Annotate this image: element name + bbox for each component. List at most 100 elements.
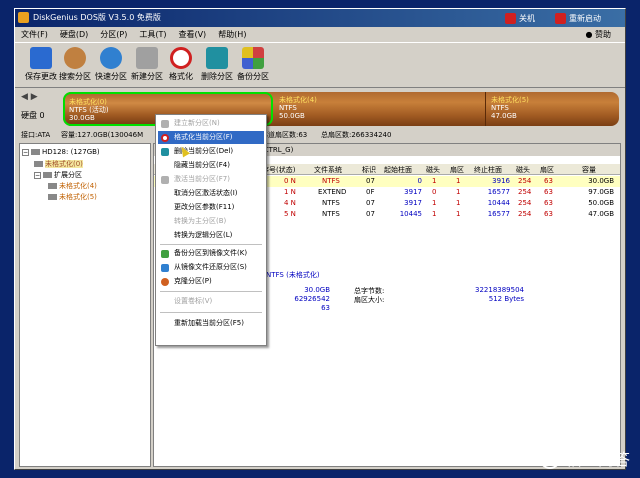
menu-backup-image[interactable]: 备份分区到镜像文件(K) xyxy=(158,247,264,260)
menu-deactivate-partition[interactable]: 取消分区激活状态(I) xyxy=(158,187,264,200)
menu-activate-partition[interactable]: 激活当前分区(F7) xyxy=(158,173,264,186)
menu-convert-logical[interactable]: 转换为逻辑分区(L) xyxy=(158,229,264,242)
cell-seq: 5 N xyxy=(284,210,296,218)
cell-fs: NTFS xyxy=(322,199,340,207)
cell-start-cyl: 0 xyxy=(417,177,422,185)
partition-5-size: 47.0GB xyxy=(491,112,517,120)
globe-icon xyxy=(100,47,122,69)
menu-hide-label: 隐藏当前分区(F4) xyxy=(174,161,230,169)
col-end-sector[interactable]: 扇区 xyxy=(540,165,554,175)
menu-reload-partition[interactable]: 重新加载当前分区(F5) xyxy=(158,317,264,330)
cell-capacity: 50.0GB xyxy=(588,199,614,207)
detail-start-sector: 63 xyxy=(321,304,330,312)
collapse-icon[interactable]: − xyxy=(22,148,29,156)
cell-start-cyl: 3917 xyxy=(404,188,422,196)
new-partition-icon xyxy=(136,47,158,69)
col-end-cyl[interactable]: 终止柱面 xyxy=(474,165,502,175)
donate-link[interactable]: ● 赞助 xyxy=(585,29,611,40)
menu-set-label[interactable]: 设置卷标(V) xyxy=(158,295,264,308)
col-seq[interactable]: 序号(状态) xyxy=(262,165,295,175)
menu-delete-partition[interactable]: 删除当前分区(Del) xyxy=(158,145,264,158)
cell-id: 07 xyxy=(366,210,375,218)
menu-convert-primary[interactable]: 转换为主分区(B) xyxy=(158,215,264,228)
cell-start-sector: 1 xyxy=(456,177,461,185)
shutdown-button[interactable]: 关机 xyxy=(505,11,535,25)
cell-end-sector: 63 xyxy=(544,199,553,207)
cell-start-cyl: 3917 xyxy=(404,199,422,207)
tree-p4-label: 未格式化(4) xyxy=(59,182,97,190)
menu-deactivate-label: 取消分区激活状态(I) xyxy=(174,189,238,197)
menu-backup-label: 备份分区到镜像文件(K) xyxy=(174,249,248,257)
cell-id: 0F xyxy=(366,188,375,196)
backup-partition-button[interactable]: 备份分区 xyxy=(231,45,275,85)
cell-start-sector: 1 xyxy=(456,210,461,218)
restore-icon xyxy=(161,264,169,272)
menu-separator xyxy=(160,244,262,245)
watermark-logo-icon xyxy=(538,447,561,469)
cell-fs: NTFS xyxy=(322,210,340,218)
col-fs[interactable]: 文件系统 xyxy=(314,165,342,175)
col-end-head[interactable]: 磁头 xyxy=(516,165,530,175)
menu-change-params[interactable]: 更改分区参数(F11) xyxy=(158,201,264,214)
menu-format-partition[interactable]: 格式化当前分区(F) xyxy=(158,131,264,144)
menu-tools[interactable]: 工具(T) xyxy=(133,27,172,41)
menu-restore-image[interactable]: 从镜像文件还原分区(S) xyxy=(158,261,264,274)
col-start-sector[interactable]: 扇区 xyxy=(450,165,464,175)
interface-text: 接口:ATA xyxy=(21,131,51,139)
tree-disk[interactable]: − HD128: (127GB) xyxy=(22,148,100,156)
menu-separator xyxy=(160,291,262,292)
menu-hide-partition[interactable]: 隐藏当前分区(F4) xyxy=(158,159,264,172)
partition-icon xyxy=(48,194,57,200)
shutdown-label: 关机 xyxy=(519,13,535,23)
tree-partition-5[interactable]: 未格式化(5) xyxy=(48,192,97,202)
partition-icon xyxy=(34,161,43,167)
col-capacity[interactable]: 容量 xyxy=(582,165,596,175)
menu-view[interactable]: 查看(V) xyxy=(172,27,212,41)
menu-help[interactable]: 帮助(H) xyxy=(212,27,252,41)
tree-ext-label: 扩展分区 xyxy=(54,171,82,179)
cell-end-cyl: 16577 xyxy=(487,188,510,196)
col-id[interactable]: 标识 xyxy=(362,165,376,175)
window-title: DiskGenius DOS版 V3.5.0 免费版 xyxy=(33,13,161,22)
col-start-cyl[interactable]: 起始柱面 xyxy=(384,165,412,175)
tree-partition-0[interactable]: 未格式化(0) xyxy=(34,159,83,169)
partition-5-name: 未格式化(5) xyxy=(491,96,529,104)
magnifier-icon xyxy=(64,47,86,69)
menu-create-partition[interactable]: 建立新分区(N) xyxy=(158,117,264,130)
menu-activate-label: 激活当前分区(F7) xyxy=(174,175,230,183)
menu-partition[interactable]: 分区(P) xyxy=(94,27,133,41)
menu-separator xyxy=(160,312,262,313)
menu-file[interactable]: 文件(F) xyxy=(15,27,54,41)
partition-4-size: 50.0GB xyxy=(279,112,305,120)
restart-button[interactable]: 重新启动 xyxy=(555,11,601,25)
cell-start-cyl: 10445 xyxy=(399,210,422,218)
total-bytes-value: 32218389504 xyxy=(475,286,524,294)
partition-4-name: 未格式化(4) xyxy=(279,96,317,104)
partition-block-5[interactable]: 未格式化(5) NTFS 47.0GB xyxy=(487,92,617,126)
menu-clone-partition[interactable]: 克隆分区(P) xyxy=(158,275,264,288)
partition-0-size: 30.0GB xyxy=(69,114,95,122)
cell-end-cyl: 16577 xyxy=(487,210,510,218)
cell-id: 07 xyxy=(366,199,375,207)
total-sectors-text: 总扇区数:266334240 xyxy=(321,131,392,139)
cell-start-head: 1 xyxy=(432,177,437,185)
menu-bar: 文件(F) 硬盘(D) 分区(P) 工具(T) 查看(V) 帮助(H) ● 赞助 xyxy=(15,27,625,41)
partition-0-fs: NTFS (活动) xyxy=(69,106,109,114)
menu-create-partition-label: 建立新分区(N) xyxy=(174,119,220,127)
restart-icon xyxy=(555,12,566,24)
disk-nav-arrows[interactable]: ◀ ▶ xyxy=(21,92,38,102)
cell-seq: 4 N xyxy=(284,199,296,207)
menu-restore-label: 从镜像文件还原分区(S) xyxy=(174,263,247,271)
col-start-head[interactable]: 磁头 xyxy=(426,165,440,175)
tree-partition-4[interactable]: 未格式化(4) xyxy=(48,181,97,191)
menu-convert-primary-label: 转换为主分区(B) xyxy=(174,217,227,225)
disk-tree: − HD128: (127GB) 未格式化(0) − 扩展分区 未格式化(4) 未格… xyxy=(19,143,151,467)
partition-block-4[interactable]: 未格式化(4) NTFS 50.0GB xyxy=(275,92,485,126)
menu-disk[interactable]: 硬盘(D) xyxy=(54,27,94,41)
disk-cylinder: 未格式化(0) NTFS (活动) 30.0GB 未格式化(4) NTFS 50… xyxy=(63,92,619,126)
menu-reload-label: 重新加载当前分区(F5) xyxy=(174,319,244,327)
tree-extended[interactable]: − 扩展分区 xyxy=(34,170,82,180)
collapse-icon[interactable]: − xyxy=(34,171,41,179)
trash-icon xyxy=(161,148,169,156)
main-window: DiskGenius DOS版 V3.5.0 免费版 关机 重新启动 文件(F)… xyxy=(14,8,626,470)
